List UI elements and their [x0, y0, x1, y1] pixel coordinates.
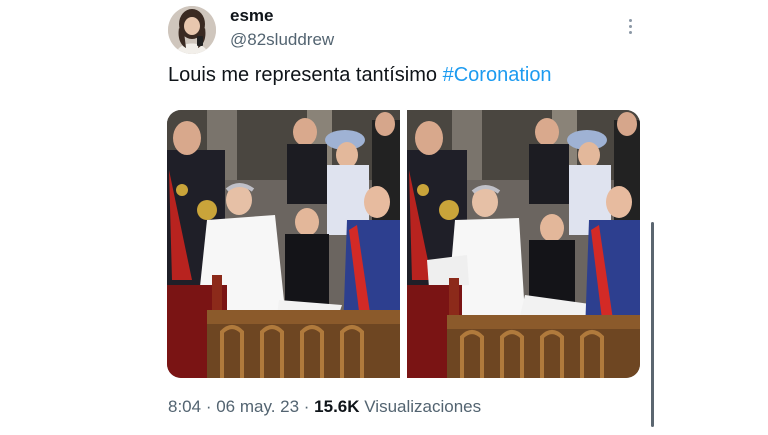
more-vertical-icon[interactable]: [620, 14, 640, 38]
views-count[interactable]: 15.6K: [314, 397, 359, 416]
tweet-text-body: Louis me representa tantísimo: [168, 64, 443, 86]
tweet: esme @82sluddrew Louis me representa tan…: [0, 0, 768, 435]
author-display-name[interactable]: esme: [230, 6, 273, 26]
hashtag-link[interactable]: #Coronation: [443, 64, 552, 86]
scrollbar[interactable]: [651, 222, 654, 427]
views-label: Visualizaciones: [359, 397, 482, 416]
author-handle[interactable]: @82sluddrew: [230, 30, 334, 50]
tweet-meta: 8:04 · 06 may. 23 · 15.6K Visualizacione…: [168, 397, 481, 417]
media-photo-right[interactable]: [407, 110, 640, 378]
avatar[interactable]: [168, 6, 216, 54]
meta-separator: ·: [201, 397, 217, 416]
meta-separator: ·: [299, 397, 315, 416]
media-photo-left[interactable]: [167, 110, 400, 378]
tweet-text: Louis me representa tantísimo #Coronatio…: [168, 64, 552, 87]
tweet-media-grid: [167, 110, 640, 378]
tweet-time[interactable]: 8:04: [168, 397, 201, 416]
tweet-date[interactable]: 06 may. 23: [216, 397, 299, 416]
